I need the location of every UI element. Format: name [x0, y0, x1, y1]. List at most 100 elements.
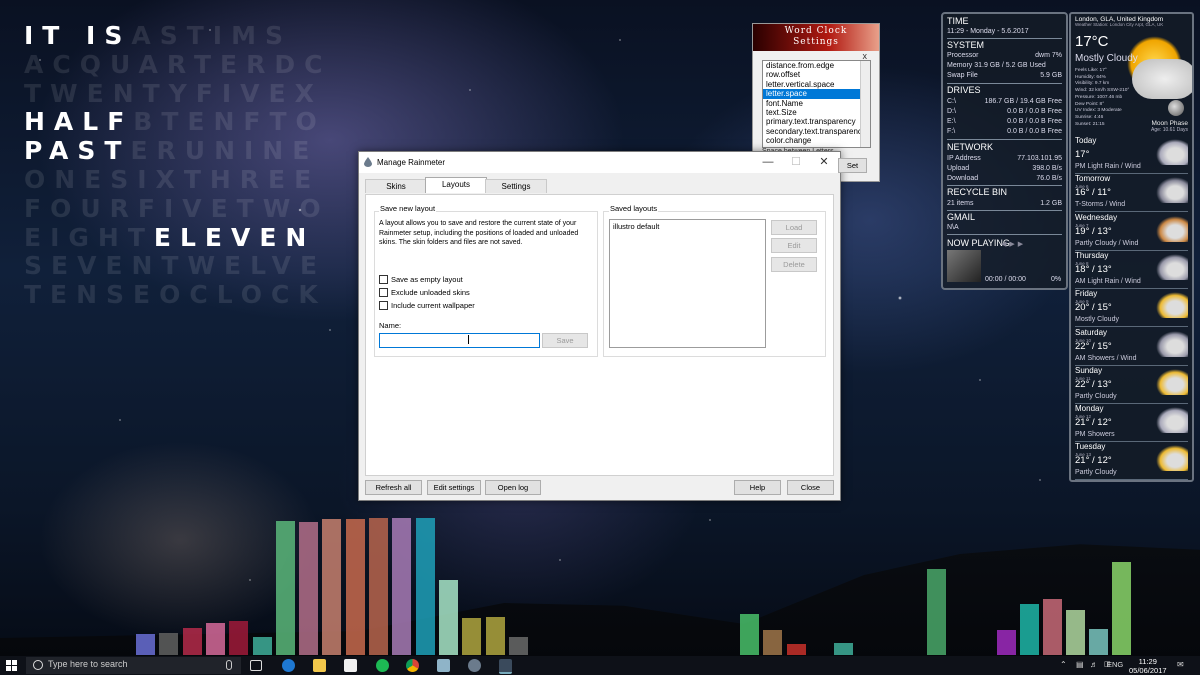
- save-button[interactable]: Save: [542, 333, 588, 348]
- settings-list-item[interactable]: distance.from.edge: [763, 61, 870, 70]
- day-temperature: 21° / 12°: [1075, 455, 1112, 467]
- drive-value: 0.0 B / 0.0 B Free: [1007, 118, 1062, 125]
- store-icon[interactable]: [344, 659, 357, 672]
- divider: [947, 185, 1062, 186]
- word-clock: IT ISASTIMS ACQUARTERDC TWENTYFIVEX HALFBTE…: [24, 21, 332, 310]
- visualizer-bar: [369, 518, 388, 655]
- day-temperature: 18° / 13°: [1075, 263, 1112, 275]
- include-wallpaper-checkbox[interactable]: Include current wallpaper: [379, 301, 475, 310]
- settings-list-item[interactable]: color.change: [763, 136, 870, 145]
- word-clock-dim-text: ONESIXTHREE: [24, 164, 321, 194]
- visualizer-bar: [834, 643, 853, 655]
- visualizer-bar: [182, 628, 202, 655]
- visualizer-bar: [392, 518, 412, 655]
- weather-station: Weather Station: London City Arpt, GLA, …: [1075, 22, 1164, 27]
- chrome-icon[interactable]: [406, 659, 419, 672]
- ip-value: 77.103.101.95: [1017, 155, 1062, 162]
- edit-settings-button[interactable]: Edit settings: [427, 480, 481, 495]
- load-button[interactable]: Load: [771, 220, 817, 235]
- spotify-icon[interactable]: [376, 659, 389, 672]
- tab-settings[interactable]: Settings: [485, 179, 547, 193]
- file-explorer-icon[interactable]: [313, 659, 326, 672]
- name-label: Name:: [379, 321, 402, 330]
- visualizer-bar: [229, 621, 249, 655]
- visualizer-bar: [415, 518, 435, 655]
- swap-row: Swap File 5.9 GB: [947, 72, 1062, 79]
- drive-row: C:\ 186.7 GB / 19.4 GB Free: [947, 98, 1062, 105]
- edge-icon[interactable]: [282, 659, 295, 672]
- visualizer-bar: [322, 519, 342, 655]
- settings-list-item[interactable]: text.Size: [763, 108, 870, 117]
- media-controls-icon[interactable]: ◀▶▶: [1001, 240, 1026, 248]
- word-clock-lit-text: IT IS: [24, 21, 132, 50]
- refresh-all-button[interactable]: Refresh all: [365, 480, 422, 495]
- language-indicator[interactable]: ENG: [1107, 660, 1123, 669]
- moon-phase-label: Moon Phase: [1151, 120, 1189, 127]
- settings-list-item[interactable]: font.Name: [763, 99, 870, 108]
- steam-icon[interactable]: [468, 659, 481, 672]
- drives-heading: DRIVES: [947, 85, 981, 95]
- checkbox-label: Exclude unloaded skins: [391, 288, 470, 297]
- taskbar-clock[interactable]: 11:29 05/06/2017: [1129, 657, 1167, 675]
- notepad-icon[interactable]: [437, 659, 450, 672]
- close-button[interactable]: Close: [787, 480, 834, 495]
- settings-list-item[interactable]: secondary.text.transparency: [763, 127, 870, 136]
- word-clock-dim-text: ACQUARTERDC: [24, 49, 332, 79]
- delete-button[interactable]: Delete: [771, 257, 817, 272]
- visualizer-bar: [136, 634, 155, 655]
- rainmeter-taskbar-icon[interactable]: [499, 659, 512, 674]
- chevron-up-icon[interactable]: ⌃: [1060, 660, 1067, 669]
- title-bar[interactable]: Manage Rainmeter — ☐ ✕: [359, 152, 840, 173]
- open-log-button[interactable]: Open log: [485, 480, 541, 495]
- weather-icon: [1156, 177, 1188, 204]
- visualizer-bar: [1020, 604, 1039, 655]
- tab-skins[interactable]: Skins: [365, 179, 427, 193]
- saved-layouts-list[interactable]: illustro default: [609, 219, 766, 348]
- close-icon[interactable]: ✕: [810, 152, 838, 173]
- task-view-icon[interactable]: [250, 660, 262, 671]
- settings-list[interactable]: distance.from.edge row.offset letter.verti…: [762, 60, 871, 148]
- checkbox-label: Include current wallpaper: [391, 301, 475, 310]
- visualizer-bar: [1066, 610, 1085, 655]
- exclude-unloaded-checkbox[interactable]: Exclude unloaded skins: [379, 288, 470, 297]
- volume-icon[interactable]: ♬: [1090, 660, 1098, 669]
- save-as-empty-checkbox[interactable]: Save as empty layout: [379, 275, 463, 284]
- word-clock-row: HALFBTENFTO: [24, 107, 331, 137]
- microphone-icon[interactable]: [226, 660, 232, 670]
- help-button[interactable]: Help: [734, 480, 781, 495]
- forecast-day: Monday June 12 21° / 12° PM Showers: [1071, 404, 1192, 443]
- forecast-day: Wednesday June 7 19° / 13° Partly Cloudy / …: [1071, 213, 1192, 251]
- day-condition: PM Light Rain / Wind: [1075, 163, 1141, 170]
- settings-list-item[interactable]: letter.space: [763, 89, 870, 99]
- download-value: 76.0 B/s: [1036, 175, 1062, 182]
- minimize-icon[interactable]: —: [754, 152, 782, 173]
- settings-list-item[interactable]: primary.text.transparency: [763, 117, 870, 126]
- settings-list-item[interactable]: row.offset: [763, 70, 870, 79]
- download-row: Download 76.0 B/s: [947, 175, 1062, 182]
- set-button[interactable]: Set: [838, 158, 867, 173]
- windows-start-icon[interactable]: [6, 660, 17, 671]
- visualizer-bar: [740, 614, 759, 655]
- scrollbar[interactable]: [860, 61, 870, 147]
- settings-list-item[interactable]: letter.vertical.space: [763, 80, 870, 89]
- settings-subtitle: Settings: [793, 37, 839, 47]
- forecast-day: Saturday June 10 22° / 15° AM Showers / Win…: [1071, 328, 1192, 366]
- list-item[interactable]: illustro default: [610, 220, 765, 233]
- time-row: 11:29 - Monday - 5.6.2017: [947, 28, 1062, 35]
- layout-name-input[interactable]: [379, 333, 540, 348]
- taskbar: Type here to search ⌃ ▤ ♬ ◫ ENG 11:29 05…: [0, 656, 1200, 675]
- gmail-heading: GMAIL: [947, 212, 976, 222]
- tab-layouts[interactable]: Layouts: [425, 177, 487, 193]
- edit-button[interactable]: Edit: [771, 238, 817, 253]
- maximize-icon: ☐: [791, 156, 801, 168]
- day-temperature: 16° / 11°: [1075, 187, 1111, 199]
- recycle-row: 21 items 1.2 GB: [947, 200, 1062, 207]
- day-condition: Partly Cloudy: [1075, 469, 1117, 477]
- network-icon[interactable]: ▤: [1076, 660, 1084, 669]
- ip-label: IP Address: [947, 155, 981, 162]
- weather-detail: Humidity: 64%: [1075, 74, 1106, 80]
- word-clock-row: PASTERUNINE: [24, 136, 331, 166]
- day-condition: AM Showers / Wind: [1075, 354, 1137, 362]
- day-temperature: 20° / 15°: [1075, 302, 1112, 314]
- notifications-icon[interactable]: ✉: [1177, 660, 1184, 669]
